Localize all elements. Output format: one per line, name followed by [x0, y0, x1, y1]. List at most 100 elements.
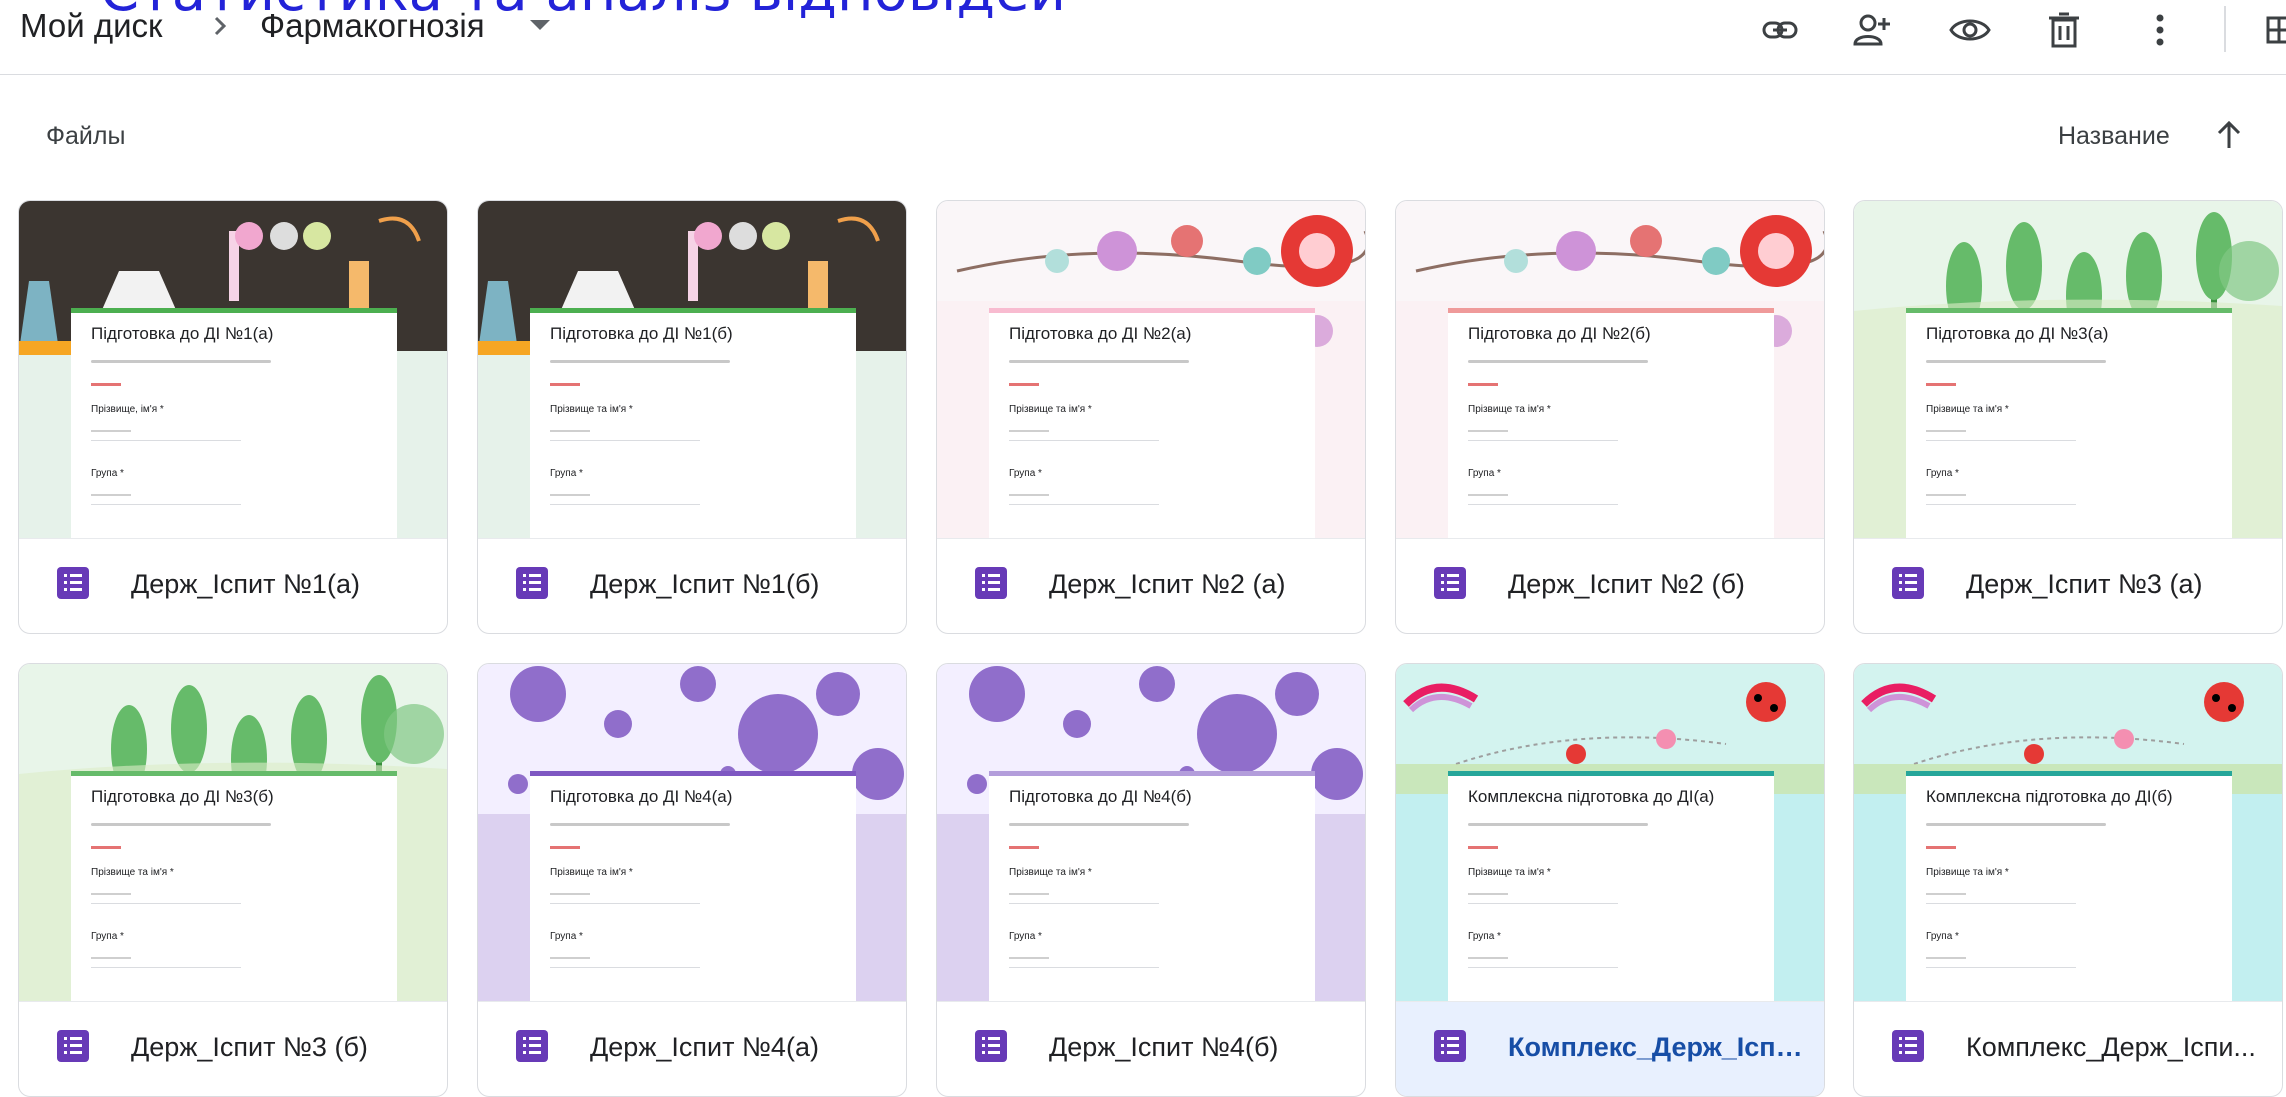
- file-thumbnail: Підготовка до ДІ №1(б) Прізвище та ім'я …: [478, 201, 906, 538]
- form-preview-title: Підготовка до ДІ №4(б): [1009, 787, 1192, 806]
- file-thumbnail: Підготовка до ДІ №2(а) Прізвище та ім'я …: [937, 201, 1365, 538]
- link-icon[interactable]: [1758, 8, 1802, 52]
- toolbar-divider: [2224, 6, 2226, 52]
- file-name[interactable]: Держ_Іспит №4(а): [590, 1032, 890, 1063]
- file-thumbnail: Комплексна підготовка до ДІ(а) Прізвище …: [1396, 664, 1824, 1001]
- file-thumbnail: Комплексна підготовка до ДІ(б) Прізвище …: [1854, 664, 2282, 1001]
- form-preview-field: Прізвище та ім'я *: [1009, 404, 1092, 415]
- form-preview-field: Прізвище та ім'я *: [1468, 867, 1551, 878]
- form-preview-field: Прізвище та ім'я *: [1926, 867, 2009, 878]
- file-card-footer[interactable]: Держ_Іспит №3 (б): [19, 1001, 447, 1096]
- form-preview-title: Підготовка до ДІ №4(а): [550, 787, 733, 806]
- file-card-footer[interactable]: Комплекс_Держ_Іспи...: [1854, 1001, 2282, 1096]
- google-forms-icon: [516, 567, 548, 599]
- google-forms-icon: [57, 1030, 89, 1062]
- section-label: Файлы: [46, 122, 126, 150]
- file-card[interactable]: Комплексна підготовка до ДІ(б) Прізвище …: [1853, 663, 2283, 1097]
- form-preview-sheet: Підготовка до ДІ №2(б) Прізвище та ім'я …: [1448, 308, 1774, 538]
- file-name[interactable]: Держ_Іспит №3 (б): [131, 1032, 431, 1063]
- form-preview-title: Підготовка до ДІ №2(а): [1009, 324, 1192, 343]
- form-preview-field: Прізвище, ім'я *: [91, 404, 164, 415]
- file-name[interactable]: Комплекс_Держ_Іспи...: [1966, 1032, 2266, 1063]
- google-forms-icon: [975, 1030, 1007, 1062]
- file-card[interactable]: Підготовка до ДІ №4(а) Прізвище та ім'я …: [477, 663, 907, 1097]
- trash-icon[interactable]: [2042, 8, 2086, 52]
- more-vert-icon[interactable]: [2138, 8, 2182, 52]
- form-preview-field: Прізвище та ім'я *: [1468, 404, 1551, 415]
- form-preview-sheet: Підготовка до ДІ №1(а) Прізвище, ім'я * …: [71, 308, 397, 538]
- form-preview-title: Підготовка до ДІ №3(б): [91, 787, 274, 806]
- slide-overlay-title: Статистика та аналіз відповідей: [100, 0, 1066, 22]
- file-card[interactable]: Підготовка до ДІ №1(б) Прізвище та ім'я …: [477, 200, 907, 634]
- file-card[interactable]: Підготовка до ДІ №3(а) Прізвище та ім'я …: [1853, 200, 2283, 634]
- file-card[interactable]: Підготовка до ДІ №1(а) Прізвище, ім'я * …: [18, 200, 448, 634]
- google-forms-icon: [1892, 1030, 1924, 1062]
- arrow-up-icon[interactable]: [2212, 118, 2246, 152]
- form-preview-sheet: Підготовка до ДІ №4(а) Прізвище та ім'я …: [530, 771, 856, 1001]
- form-preview-title: Підготовка до ДІ №1(а): [91, 324, 274, 343]
- add-person-icon[interactable]: [1850, 8, 1894, 52]
- form-preview-sheet: Підготовка до ДІ №4(б) Прізвище та ім'я …: [989, 771, 1315, 1001]
- file-thumbnail: Підготовка до ДІ №4(б) Прізвище та ім'я …: [937, 664, 1365, 1001]
- file-card[interactable]: Підготовка до ДІ №2(б) Прізвище та ім'я …: [1395, 200, 1825, 634]
- google-forms-icon: [516, 1030, 548, 1062]
- preview-eye-icon[interactable]: [1948, 8, 1992, 52]
- google-forms-icon: [975, 567, 1007, 599]
- form-preview-sheet: Підготовка до ДІ №3(а) Прізвище та ім'я …: [1906, 308, 2232, 538]
- form-preview-sheet: Комплексна підготовка до ДІ(б) Прізвище …: [1906, 771, 2232, 1001]
- form-preview-field: Прізвище та ім'я *: [91, 867, 174, 878]
- file-card[interactable]: Підготовка до ДІ №2(а) Прізвище та ім'я …: [936, 200, 1366, 634]
- file-card[interactable]: Комплексна підготовка до ДІ(а) Прізвище …: [1395, 663, 1825, 1097]
- file-thumbnail: Підготовка до ДІ №3(б) Прізвище та ім'я …: [19, 664, 447, 1001]
- file-card[interactable]: Підготовка до ДІ №3(б) Прізвище та ім'я …: [18, 663, 448, 1097]
- file-card-footer[interactable]: Держ_Іспит №1(а): [19, 538, 447, 633]
- form-preview-field: Група *: [1926, 931, 1959, 942]
- file-name[interactable]: Держ_Іспит №4(б): [1049, 1032, 1349, 1063]
- file-card-footer[interactable]: Держ_Іспит №1(б): [478, 538, 906, 633]
- form-preview-field: Прізвище та ім'я *: [550, 867, 633, 878]
- file-name[interactable]: Комплекс_Держ_Іспи...: [1508, 1032, 1808, 1063]
- form-preview-title: Комплексна підготовка до ДІ(б): [1926, 787, 2173, 806]
- form-preview-field: Група *: [91, 931, 124, 942]
- file-card-footer[interactable]: Держ_Іспит №4(а): [478, 1001, 906, 1096]
- form-preview-sheet: Підготовка до ДІ №1(б) Прізвище та ім'я …: [530, 308, 856, 538]
- form-preview-sheet: Комплексна підготовка до ДІ(а) Прізвище …: [1448, 771, 1774, 1001]
- form-preview-field: Прізвище та ім'я *: [550, 404, 633, 415]
- form-preview-field: Група *: [91, 468, 124, 479]
- form-preview-field: Прізвище та ім'я *: [1009, 867, 1092, 878]
- form-preview-title: Підготовка до ДІ №2(б): [1468, 324, 1651, 343]
- file-name[interactable]: Держ_Іспит №2 (б): [1508, 569, 1808, 600]
- file-name[interactable]: Держ_Іспит №1(б): [590, 569, 890, 600]
- form-preview-title: Підготовка до ДІ №3(а): [1926, 324, 2109, 343]
- sort-label[interactable]: Название: [2058, 122, 2170, 151]
- file-name[interactable]: Держ_Іспит №1(а): [131, 569, 431, 600]
- file-thumbnail: Підготовка до ДІ №3(а) Прізвище та ім'я …: [1854, 201, 2282, 538]
- form-preview-field: Група *: [550, 931, 583, 942]
- form-preview-field: Група *: [1009, 931, 1042, 942]
- google-forms-icon: [57, 567, 89, 599]
- file-thumbnail: Підготовка до ДІ №1(а) Прізвище, ім'я * …: [19, 201, 447, 538]
- file-card-footer[interactable]: Держ_Іспит №3 (а): [1854, 538, 2282, 633]
- form-preview-field: Група *: [1926, 468, 1959, 479]
- google-forms-icon: [1892, 567, 1924, 599]
- form-preview-sheet: Підготовка до ДІ №3(б) Прізвище та ім'я …: [71, 771, 397, 1001]
- file-card-footer[interactable]: Держ_Іспит №2 (а): [937, 538, 1365, 633]
- form-preview-title: Комплексна підготовка до ДІ(а): [1468, 787, 1715, 806]
- google-forms-icon: [1434, 567, 1466, 599]
- google-forms-icon: [1434, 1030, 1466, 1062]
- form-preview-field: Група *: [1468, 931, 1501, 942]
- file-card-footer[interactable]: Комплекс_Держ_Іспи...: [1396, 1001, 1824, 1096]
- form-preview-field: Прізвище та ім'я *: [1926, 404, 2009, 415]
- file-card-footer[interactable]: Держ_Іспит №2 (б): [1396, 538, 1824, 633]
- grid-view-icon[interactable]: [2264, 8, 2286, 52]
- file-card-footer[interactable]: Держ_Іспит №4(б): [937, 1001, 1365, 1096]
- file-name[interactable]: Держ_Іспит №3 (а): [1966, 569, 2266, 600]
- form-preview-sheet: Підготовка до ДІ №2(а) Прізвище та ім'я …: [989, 308, 1315, 538]
- form-preview-field: Група *: [1468, 468, 1501, 479]
- form-preview-field: Група *: [1009, 468, 1042, 479]
- form-preview-title: Підготовка до ДІ №1(б): [550, 324, 733, 343]
- form-preview-field: Група *: [550, 468, 583, 479]
- file-thumbnail: Підготовка до ДІ №2(б) Прізвище та ім'я …: [1396, 201, 1824, 538]
- file-card[interactable]: Підготовка до ДІ №4(б) Прізвище та ім'я …: [936, 663, 1366, 1097]
- file-name[interactable]: Держ_Іспит №2 (а): [1049, 569, 1349, 600]
